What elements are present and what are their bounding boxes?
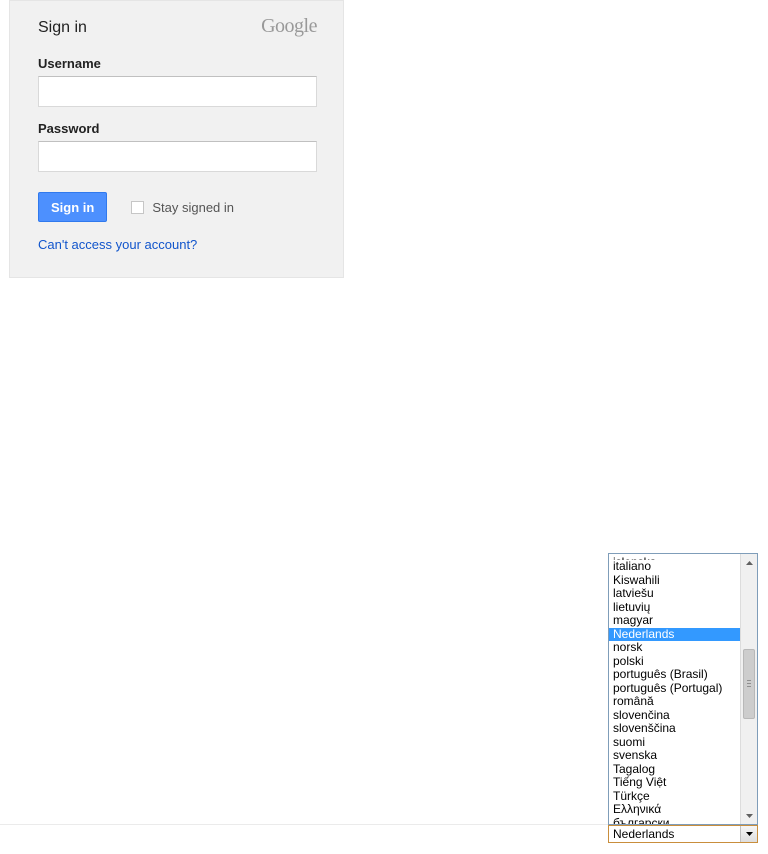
cant-access-link[interactable]: Can't access your account?: [38, 237, 197, 252]
language-option[interactable]: lietuvių: [609, 601, 740, 615]
language-options[interactable]: islenska italiano Kiswahili latviešu lie…: [609, 554, 740, 824]
language-option[interactable]: magyar: [609, 614, 740, 628]
stay-signed-in-checkbox[interactable]: [131, 201, 144, 214]
scroll-up-button[interactable]: [741, 554, 757, 571]
language-select[interactable]: Nederlands: [608, 825, 758, 843]
scrollbar[interactable]: [740, 554, 757, 824]
language-option[interactable]: Kiswahili: [609, 574, 740, 588]
language-option[interactable]: norsk: [609, 641, 740, 655]
language-option[interactable]: română: [609, 695, 740, 709]
scrollbar-thumb[interactable]: [743, 649, 755, 719]
stay-signed-in-label: Stay signed in: [152, 200, 234, 215]
language-option[interactable]: slovenščina: [609, 722, 740, 736]
language-option[interactable]: svenska: [609, 749, 740, 763]
signin-button[interactable]: Sign in: [38, 192, 107, 222]
language-option[interactable]: polski: [609, 655, 740, 669]
language-option[interactable]: Tiếng Việt: [609, 776, 740, 790]
signin-header: Sign in Google: [38, 15, 317, 38]
signin-title: Sign in: [38, 19, 87, 37]
language-option[interactable]: slovenčina: [609, 709, 740, 723]
language-option[interactable]: português (Brasil): [609, 668, 740, 682]
language-option[interactable]: islenska: [609, 554, 740, 560]
username-label: Username: [38, 56, 317, 71]
username-input[interactable]: [38, 76, 317, 107]
chevron-up-icon: [746, 561, 753, 565]
google-logo: Google: [261, 15, 317, 38]
language-option[interactable]: italiano: [609, 560, 740, 574]
stay-signed-in[interactable]: Stay signed in: [131, 200, 234, 215]
language-option[interactable]: português (Portugal): [609, 682, 740, 696]
footer-divider: [0, 824, 608, 825]
language-option[interactable]: български: [609, 817, 740, 824]
action-row: Sign in Stay signed in: [38, 192, 317, 222]
password-input[interactable]: [38, 141, 317, 172]
signin-panel: Sign in Google Username Password Sign in…: [9, 0, 344, 278]
scroll-down-button[interactable]: [741, 807, 757, 824]
language-listbox[interactable]: islenska italiano Kiswahili latviešu lie…: [608, 553, 758, 825]
scrollbar-track[interactable]: [741, 571, 757, 807]
language-option[interactable]: Tagalog: [609, 763, 740, 777]
language-option-selected[interactable]: Nederlands: [609, 628, 740, 642]
chevron-down-icon: [746, 814, 753, 818]
language-option[interactable]: suomi: [609, 736, 740, 750]
language-option[interactable]: latviešu: [609, 587, 740, 601]
password-label: Password: [38, 121, 317, 136]
language-select-value: Nederlands: [609, 827, 740, 841]
language-option[interactable]: Türkçe: [609, 790, 740, 804]
dropdown-arrow-icon: [740, 826, 757, 842]
language-option[interactable]: Ελληνικά: [609, 803, 740, 817]
